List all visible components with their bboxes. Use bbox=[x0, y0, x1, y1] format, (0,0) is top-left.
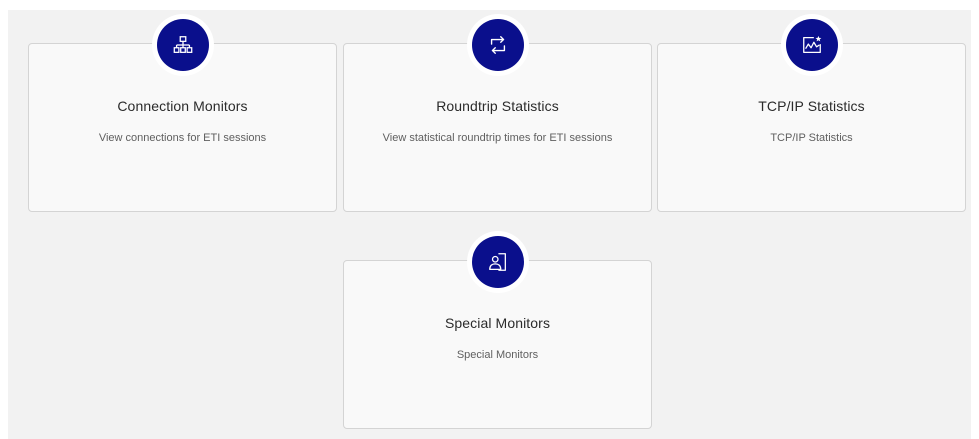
tile-title: TCP/IP Statistics bbox=[758, 98, 865, 114]
tile-description: TCP/IP Statistics bbox=[770, 132, 853, 144]
network-icon bbox=[156, 19, 209, 71]
tile-roundtrip-statistics[interactable]: Roundtrip Statistics View statistical ro… bbox=[343, 19, 652, 212]
statistics-chart-icon bbox=[785, 19, 838, 71]
person-monitor-icon bbox=[471, 236, 524, 288]
roundtrip-icon bbox=[471, 19, 524, 71]
tile-description: View statistical roundtrip times for ETI… bbox=[382, 132, 613, 144]
tile-description: View connections for ETI sessions bbox=[98, 132, 267, 144]
tile-title: Connection Monitors bbox=[117, 98, 248, 114]
tile-tcpip-statistics[interactable]: TCP/IP Statistics TCP/IP Statistics bbox=[657, 19, 966, 212]
tiles-panel: Connection Monitors View connections for… bbox=[8, 10, 971, 439]
tile-description: Special Monitors bbox=[456, 349, 539, 361]
tile-connection-monitors[interactable]: Connection Monitors View connections for… bbox=[28, 19, 337, 212]
tile-title: Special Monitors bbox=[444, 315, 551, 331]
tile-title: Roundtrip Statistics bbox=[436, 98, 559, 114]
tile-special-monitors[interactable]: Special Monitors Special Monitors bbox=[343, 236, 652, 429]
